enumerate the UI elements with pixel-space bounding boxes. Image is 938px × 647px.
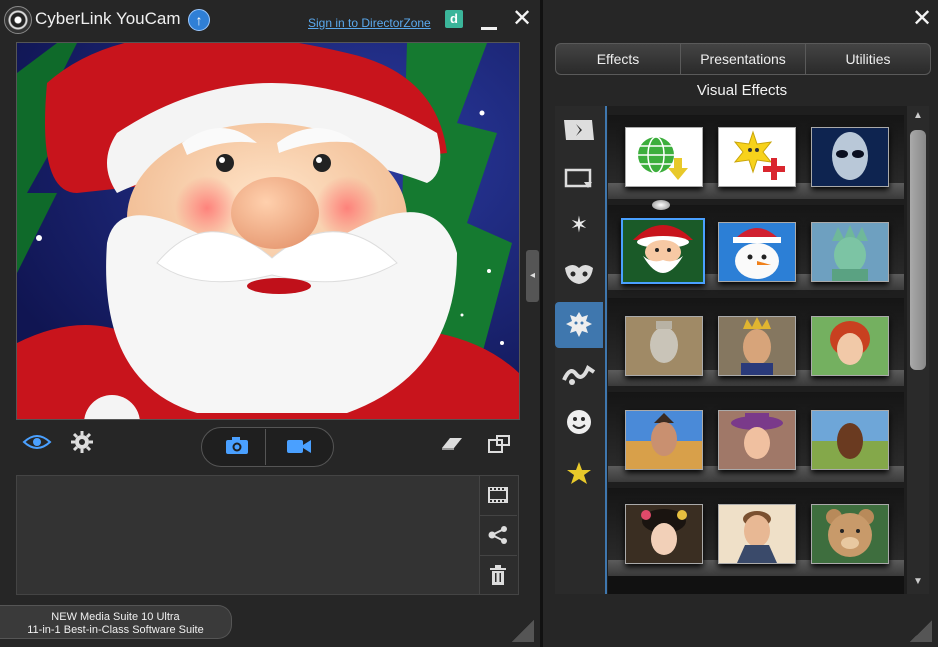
trash-icon [490, 565, 506, 585]
santa-thumbnail[interactable] [621, 218, 705, 284]
resize-grip-icon[interactable] [512, 620, 534, 642]
capture-divider [265, 429, 266, 465]
snowman-thumbnail[interactable] [718, 222, 796, 282]
upgrade-arrow-icon[interactable]: ↑ [188, 9, 210, 31]
camera-snapshot-button[interactable] [225, 435, 249, 460]
promo-line-1: NEW Media Suite 10 Ultra [51, 611, 180, 623]
add-effect-icon[interactable] [718, 127, 796, 187]
statue-of-liberty-thumbnail[interactable] [811, 222, 889, 282]
share-icon [488, 526, 507, 544]
man-desert-thumbnail[interactable] [625, 410, 703, 470]
scroll-down-icon[interactable]: ▼ [907, 576, 929, 587]
avatar-icon[interactable] [555, 302, 603, 348]
panel-collapse-handle[interactable]: ◂ [526, 250, 539, 302]
close-panel-button[interactable]: ✕ [911, 7, 933, 31]
scroll-up-icon[interactable]: ▲ [907, 110, 929, 121]
magic-wand-icon[interactable]: ✶ [555, 202, 603, 250]
geisha-thumbnail[interactable] [625, 504, 703, 564]
settings-gear-icon[interactable] [70, 430, 94, 460]
spotlight-icon [652, 200, 670, 210]
gadget-icon[interactable] [555, 450, 603, 498]
video-record-button[interactable] [286, 437, 312, 460]
woman-hat-thumbnail[interactable] [718, 410, 796, 470]
distortion-icon[interactable] [555, 350, 603, 398]
santa-avatar-preview [17, 43, 519, 419]
man-suit-thumbnail[interactable] [718, 504, 796, 564]
redhead-woman-thumbnail[interactable] [811, 316, 889, 376]
eraser-icon[interactable] [440, 434, 464, 457]
signin-link[interactable]: Sign in to DirectorZone [308, 16, 431, 30]
tab-effects[interactable]: Effects [556, 44, 681, 74]
scrollbar-thumb[interactable] [910, 130, 926, 370]
filmstrip-button[interactable] [479, 476, 517, 516]
teddy-bear-thumbnail[interactable] [811, 504, 889, 564]
youcam-logo-icon [4, 6, 32, 34]
delete-button[interactable] [479, 556, 517, 595]
directorzone-icon[interactable]: d [445, 10, 463, 28]
download-globe-icon[interactable] [625, 127, 703, 187]
share-button[interactable] [479, 516, 517, 556]
terracotta-warrior-thumbnail[interactable] [625, 316, 703, 376]
man-savanna-thumbnail[interactable] [811, 410, 889, 470]
alien-thumbnail[interactable] [811, 127, 889, 187]
app-title: CyberLink YouCam [35, 9, 181, 28]
minimize-button[interactable] [479, 14, 499, 30]
camera-preview [16, 42, 520, 420]
tab-presentations[interactable]: Presentations [681, 44, 806, 74]
section-title: Visual Effects [696, 82, 788, 99]
video-camera-icon [287, 440, 311, 453]
masks-icon[interactable] [555, 250, 603, 298]
camera-icon [226, 437, 248, 454]
close-button[interactable]: ✕ [511, 7, 533, 31]
title-bar: CyberLink YouCam ↑ Sign in to DirectorZo… [0, 0, 540, 42]
scene-icon[interactable] [555, 106, 603, 154]
promo-banner[interactable]: NEW Media Suite 10 Ultra 11-in-1 Best-in… [0, 605, 232, 639]
media-tray[interactable] [16, 475, 480, 595]
effects-tab-bar: Effects Presentations Utilities [555, 43, 931, 75]
mini-mode-icon[interactable] [487, 434, 511, 459]
filmstrip-icon [488, 487, 508, 503]
shelf-bottom [608, 576, 904, 594]
king-thumbnail[interactable] [718, 316, 796, 376]
tab-utilities[interactable]: Utilities [806, 44, 930, 74]
frame-icon[interactable] [555, 154, 603, 202]
capture-button-group [201, 427, 334, 467]
emotion-icon[interactable] [555, 398, 603, 446]
resize-grip-icon[interactable] [910, 620, 932, 642]
promo-line-2: 11-in-1 Best-in-Class Software Suite [27, 624, 204, 636]
eye-icon[interactable] [22, 432, 52, 458]
